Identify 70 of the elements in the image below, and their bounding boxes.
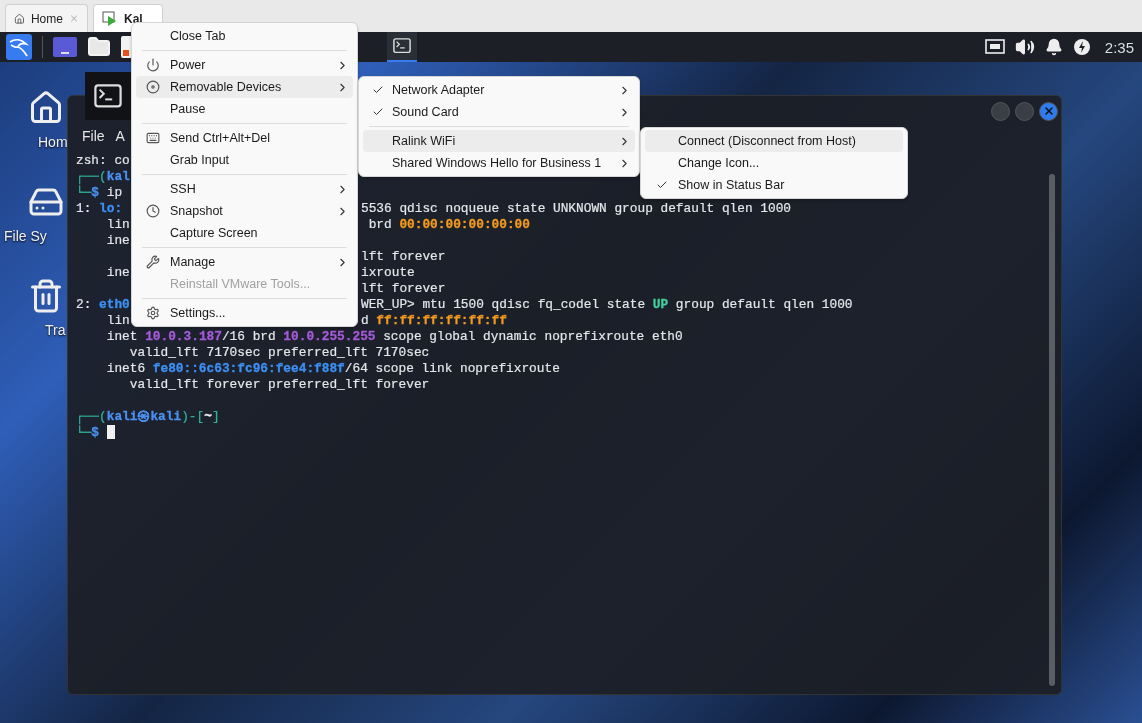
trash-icon[interactable] bbox=[28, 278, 64, 314]
bell-icon[interactable] bbox=[1044, 38, 1063, 56]
tab[interactable]: Home bbox=[5, 4, 88, 32]
terminal-text: zsh: co bbox=[76, 152, 130, 168]
folder-icon[interactable] bbox=[87, 35, 111, 59]
terminal-text: valid_lft 7170sec preferred_lft 7170sec bbox=[128, 344, 430, 360]
menu-item[interactable]: Sound Card bbox=[363, 101, 635, 123]
terminal-text: 2: eth0 bbox=[76, 296, 130, 312]
scrollbar[interactable] bbox=[1049, 174, 1055, 686]
volume-icon[interactable] bbox=[1014, 37, 1035, 57]
close-icon bbox=[1042, 105, 1055, 117]
terminal-text: ine bbox=[105, 264, 130, 280]
terminal-icon bbox=[393, 38, 411, 54]
menu-bar-item[interactable]: A bbox=[115, 128, 125, 152]
menu-item[interactable]: SSH bbox=[136, 178, 353, 200]
menu-item[interactable]: Shared Windows Hello for Business 1 bbox=[363, 152, 635, 174]
clock: 2:35 bbox=[1104, 38, 1134, 56]
power-icon[interactable] bbox=[1072, 38, 1091, 56]
window-icon[interactable] bbox=[53, 37, 77, 57]
dragon-logo-icon[interactable] bbox=[6, 34, 32, 60]
menu-item[interactable]: Connect (Disconnect from Host) bbox=[645, 130, 903, 152]
menu-bar-item[interactable]: File bbox=[82, 128, 105, 152]
desktop-icon-label[interactable]: File Sy bbox=[4, 228, 47, 244]
terminal-text: lin bbox=[105, 312, 130, 328]
terminal-text: brd 00:00:00:00:00:00 bbox=[367, 216, 530, 232]
terminal-text: ┌──(kali㉿kali)-[~] bbox=[76, 407, 220, 424]
terminal-text: ine bbox=[105, 232, 130, 248]
vm-icon bbox=[102, 10, 118, 27]
disc-icon bbox=[146, 80, 160, 94]
network-icon[interactable] bbox=[984, 39, 1005, 55]
clock-icon bbox=[146, 204, 160, 218]
menu-item[interactable]: Grab Input bbox=[136, 149, 353, 171]
desktop-icon-label[interactable]: Hom bbox=[38, 134, 68, 150]
terminal-icon bbox=[94, 84, 122, 108]
menu-item[interactable]: Removable Devices bbox=[136, 76, 353, 98]
settings-icon bbox=[146, 306, 160, 320]
terminal-text: valid_lft forever preferred_lft forever bbox=[128, 376, 430, 392]
terminal-text: inet6 fe80::6c63:fc96:fee4:f88f/64 scope link noprefixroute bbox=[105, 360, 560, 376]
menu-item[interactable]: Show in Status Bar bbox=[645, 174, 903, 196]
keyboard-icon bbox=[146, 131, 160, 145]
terminal-text: 5536 qdisc noqueue state UNKNOWN group default qlen 1000 bbox=[361, 200, 792, 216]
power-icon bbox=[146, 58, 160, 72]
terminal-text: └─$ bbox=[76, 424, 100, 440]
menu-item[interactable]: Settings... bbox=[136, 302, 353, 324]
menu-item[interactable]: Send Ctrl+Alt+Del bbox=[136, 127, 353, 149]
home-icon bbox=[14, 11, 25, 26]
menu-item[interactable]: Capture Screen bbox=[136, 222, 353, 244]
terminal-text: lft forever bbox=[361, 280, 446, 296]
text-cursor bbox=[107, 424, 116, 439]
menu-item[interactable]: Ralink WiFi bbox=[363, 130, 635, 152]
terminal-text: 1: lo: bbox=[76, 200, 123, 216]
close-button[interactable] bbox=[1039, 101, 1058, 121]
terminal-text: d ff:ff:ff:ff:ff:ff bbox=[361, 312, 507, 328]
terminal-text: WER_UP> mtu 1500 qdisc fq_codel state UP group default qlen 1000 bbox=[361, 296, 853, 312]
terminal-text: lin bbox=[105, 216, 130, 232]
menu-item[interactable]: Change Icon... bbox=[645, 152, 903, 174]
terminal-text: lft forever bbox=[361, 248, 446, 264]
menu-item[interactable]: Snapshot bbox=[136, 200, 353, 222]
menu-item[interactable]: Manage bbox=[136, 251, 353, 273]
terminal-text: └─$ ip bbox=[76, 184, 123, 200]
menu-item[interactable]: Network Adapter bbox=[363, 79, 635, 101]
terminal-text: inet 10.0.3.187/16 brd 10.0.255.255 scope global dynamic noprefixroute eth0 bbox=[105, 328, 683, 344]
terminal-text: ┌──(kal bbox=[76, 168, 130, 184]
desktop-icon-label[interactable]: Tra bbox=[45, 322, 66, 338]
menu-item[interactable]: Pause bbox=[136, 98, 353, 120]
menu-item[interactable]: Power bbox=[136, 54, 353, 76]
wrench-icon bbox=[146, 255, 160, 269]
terminal-text: ixroute bbox=[361, 264, 415, 280]
terminal-task-button[interactable] bbox=[387, 32, 417, 62]
home-icon[interactable] bbox=[28, 90, 64, 126]
